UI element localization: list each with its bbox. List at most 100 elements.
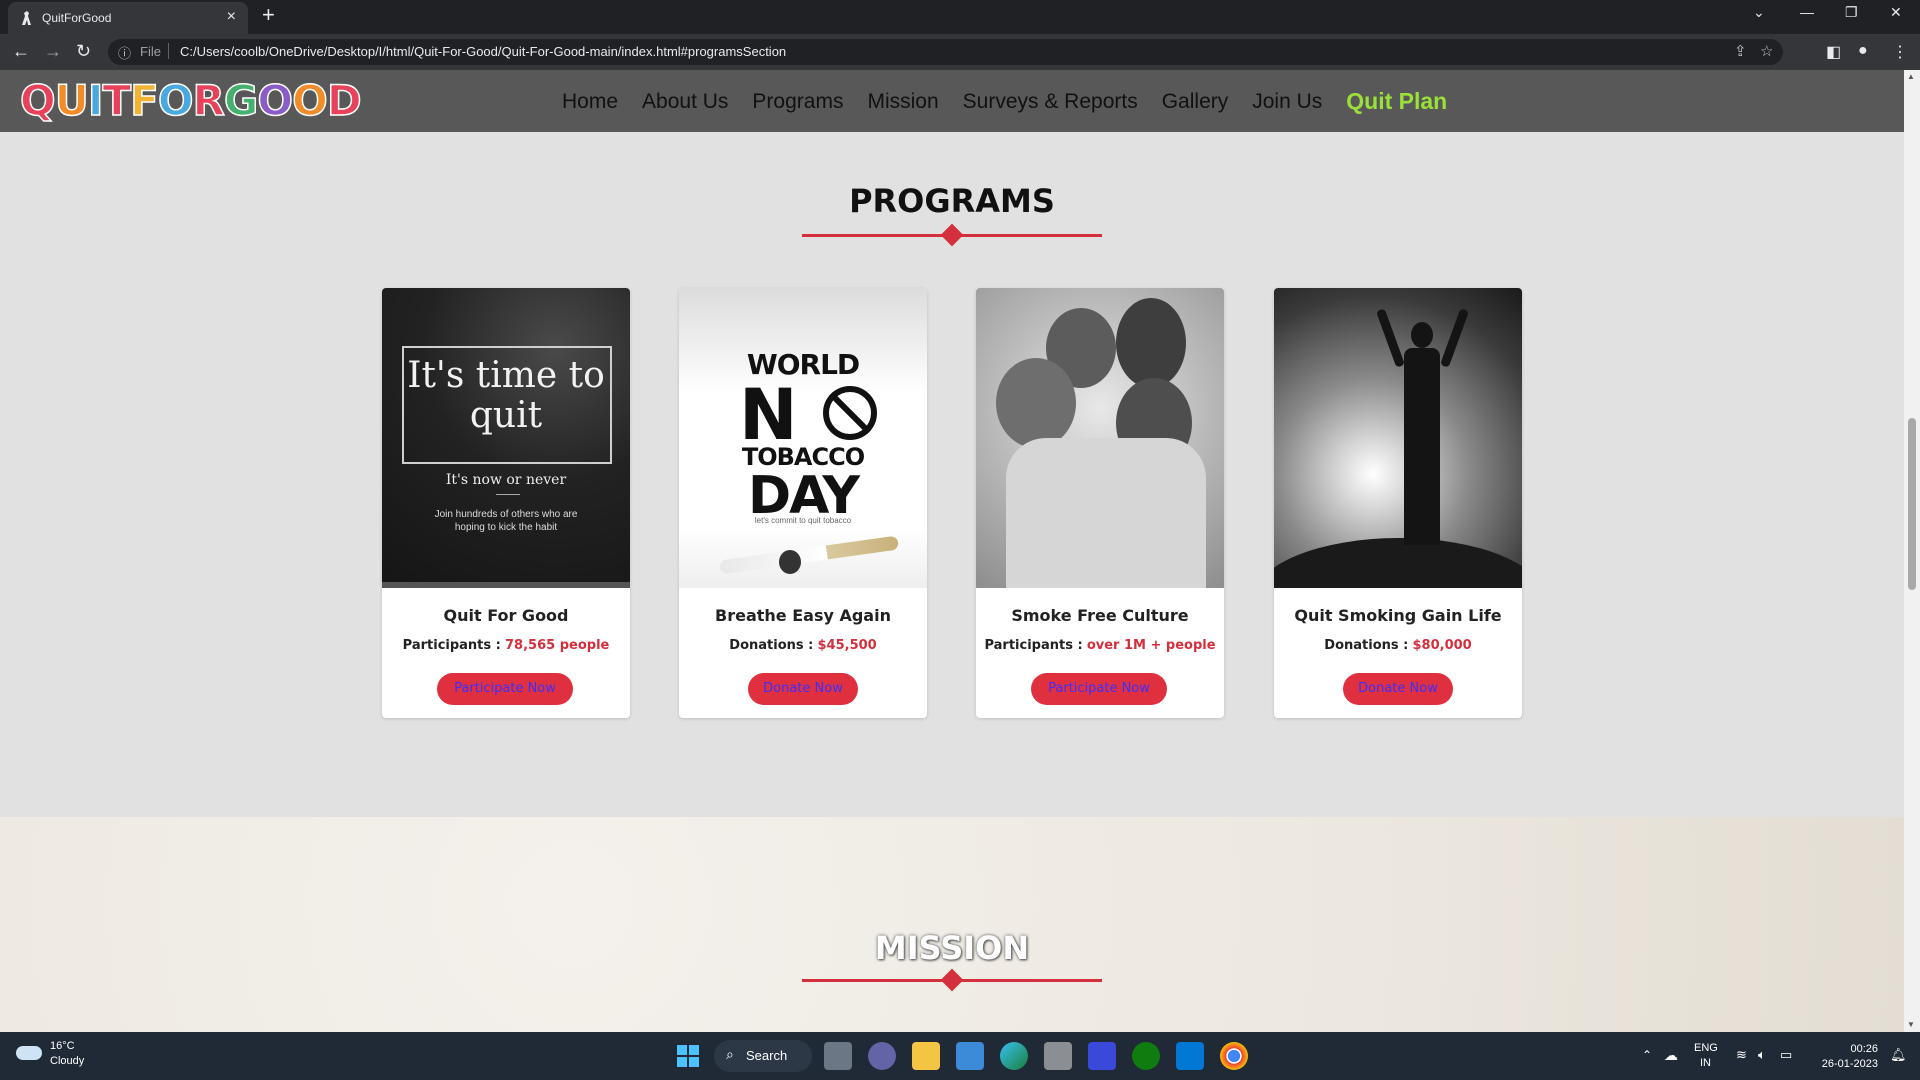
language-code[interactable]: ENG xyxy=(1694,1042,1718,1054)
program-stat: Donations : $45,500 xyxy=(679,638,927,653)
mission-title: MISSION xyxy=(874,929,1030,967)
nav-about-us[interactable]: About Us xyxy=(642,90,728,115)
browser-tab-bar: QuitForGood × + ⌄ — ❐ ✕ xyxy=(0,0,1920,34)
nav-quit-plan[interactable]: Quit Plan xyxy=(1346,88,1447,115)
nav-home[interactable]: Home xyxy=(562,90,618,115)
stat-value: $45,500 xyxy=(817,638,877,653)
donate-now-button[interactable]: Donate Now xyxy=(1343,673,1453,705)
scroll-down-icon[interactable]: ▼ xyxy=(1907,1020,1915,1029)
share-icon[interactable]: ⇪ xyxy=(1734,42,1747,60)
app-icon[interactable] xyxy=(1088,1042,1116,1070)
site-info-icon[interactable]: ⓘ xyxy=(118,43,131,62)
edge-icon[interactable] xyxy=(1000,1042,1028,1070)
main-nav: Home About Us Programs Mission Surveys &… xyxy=(562,88,1471,115)
program-card: Smoke Free Culture Participants : over 1… xyxy=(976,288,1224,718)
xbox-icon[interactable] xyxy=(1132,1042,1160,1070)
tab-search-icon[interactable]: ⌄ xyxy=(1753,4,1765,21)
tray-overflow-icon[interactable]: ⌃ xyxy=(1642,1048,1652,1062)
task-view-icon[interactable] xyxy=(824,1042,852,1070)
restore-icon[interactable]: ❐ xyxy=(1845,4,1858,21)
divider-diamond-icon xyxy=(940,968,964,992)
browser-toolbar: ← → ↻ ⓘ File C:/Users/coolb/OneDrive/Des… xyxy=(0,34,1920,70)
family-photo-image xyxy=(976,288,1224,588)
minimize-icon[interactable]: — xyxy=(1800,4,1814,20)
onedrive-icon[interactable]: ☁ xyxy=(1664,1047,1678,1064)
new-tab-icon[interactable]: + xyxy=(262,2,275,28)
page-scrollbar[interactable]: ▲ ▼ xyxy=(1904,70,1920,1032)
url-scheme: File xyxy=(140,44,161,59)
site-logo[interactable]: QUITFORGOOD xyxy=(19,79,362,123)
hill xyxy=(1274,538,1522,588)
program-name: Quit For Good xyxy=(443,606,569,625)
image-rule xyxy=(496,494,520,495)
system-clock[interactable]: 00:26 26-01-2023 xyxy=(1810,1042,1878,1072)
stat-label: Participants : xyxy=(984,638,1083,653)
adult-head xyxy=(1116,298,1186,388)
nav-gallery[interactable]: Gallery xyxy=(1162,90,1229,115)
tab-close-icon[interactable]: × xyxy=(227,8,236,26)
bookmark-star-icon[interactable]: ☆ xyxy=(1760,42,1773,60)
window-close-icon[interactable]: ✕ xyxy=(1890,4,1902,21)
nav-join-us[interactable]: Join Us xyxy=(1252,90,1322,115)
child-head xyxy=(996,358,1076,448)
image-headline: It's time to quit xyxy=(407,355,605,436)
stat-label: Donations : xyxy=(729,638,814,653)
profile-icon[interactable]: ● xyxy=(1858,42,1868,60)
scroll-thumb[interactable] xyxy=(1908,418,1916,590)
image-small-text: Join hundreds of others who are hoping t… xyxy=(434,509,578,533)
forward-icon[interactable]: → xyxy=(44,41,62,62)
nav-programs[interactable]: Programs xyxy=(752,90,843,115)
notification-icon[interactable]: 🔔︎ xyxy=(1890,1047,1907,1063)
participate-now-button[interactable]: Participate Now xyxy=(437,673,573,705)
side-panel-icon[interactable]: ◧ xyxy=(1826,42,1841,62)
program-name: Quit Smoking Gain Life xyxy=(1294,606,1502,625)
search-icon: ⌕ xyxy=(726,1046,734,1062)
windows-start-icon[interactable] xyxy=(674,1042,702,1070)
ash-icon xyxy=(779,550,801,574)
favicon-icon xyxy=(22,11,31,25)
stat-value: $80,000 xyxy=(1412,638,1472,653)
clock-date: 26-01-2023 xyxy=(1821,1058,1878,1070)
cigarette-icon xyxy=(718,535,900,575)
program-name: Smoke Free Culture xyxy=(1011,606,1189,625)
mission-section: MISSION xyxy=(0,817,1904,1032)
url-text[interactable]: C:/Users/coolb/OneDrive/Desktop/I/html/Q… xyxy=(180,44,786,59)
stat-label: Donations : xyxy=(1324,638,1409,653)
browser-tab[interactable]: QuitForGood × xyxy=(8,2,248,34)
back-icon[interactable]: ← xyxy=(12,41,30,62)
weather-condition: Cloudy xyxy=(50,1055,85,1067)
stat-label: Participants : xyxy=(402,638,501,653)
head xyxy=(1411,322,1433,348)
arm xyxy=(1440,308,1469,368)
divider-diamond-icon xyxy=(940,223,964,247)
unity-icon[interactable] xyxy=(1044,1042,1072,1070)
chrome-icon[interactable] xyxy=(1220,1042,1248,1070)
site-header: QUITFORGOOD Home About Us Programs Missi… xyxy=(0,70,1904,132)
vscode-icon[interactable] xyxy=(1176,1042,1204,1070)
wifi-icon[interactable]: ≋ xyxy=(1736,1047,1747,1063)
image-bottom-bar xyxy=(382,582,630,588)
volume-icon[interactable]: 🔈︎ xyxy=(1758,1047,1766,1063)
microsoft-store-icon[interactable] xyxy=(956,1042,984,1070)
file-explorer-icon[interactable] xyxy=(912,1042,940,1070)
quit-for-good-image: It's time to quit It's now or never Join… xyxy=(382,288,630,588)
menu-icon[interactable]: ⋮ xyxy=(1892,42,1908,62)
donate-now-button[interactable]: Donate Now xyxy=(748,673,858,705)
windows-taskbar: 16°C Cloudy ⌕ Search ⌃ ☁ ENG IN ≋ 🔈︎ ▭ 0… xyxy=(0,1032,1920,1080)
scroll-up-icon[interactable]: ▲ xyxy=(1907,72,1915,81)
stat-value: over 1M + people xyxy=(1086,638,1216,653)
nav-mission[interactable]: Mission xyxy=(867,90,938,115)
taskbar-search[interactable]: ⌕ Search xyxy=(714,1040,812,1072)
nav-surveys-reports[interactable]: Surveys & Reports xyxy=(963,90,1138,115)
poster-no: N xyxy=(739,374,798,456)
world-no-tobacco-day-image: WORLD N TOBACCO DAY let's commit to quit… xyxy=(679,288,927,588)
battery-icon[interactable]: ▭ xyxy=(1780,1047,1792,1063)
address-bar[interactable]: ⓘ File C:/Users/coolb/OneDrive/Desktop/I… xyxy=(108,39,1783,65)
participate-now-button[interactable]: Participate Now xyxy=(1031,673,1167,705)
program-card: WORLD N TOBACCO DAY let's commit to quit… xyxy=(679,288,927,718)
teams-chat-icon[interactable] xyxy=(868,1042,896,1070)
program-name: Breathe Easy Again xyxy=(715,606,891,625)
clock-time: 00:26 xyxy=(1850,1043,1878,1055)
reload-icon[interactable]: ↻ xyxy=(76,41,91,62)
url-separator xyxy=(168,43,169,59)
